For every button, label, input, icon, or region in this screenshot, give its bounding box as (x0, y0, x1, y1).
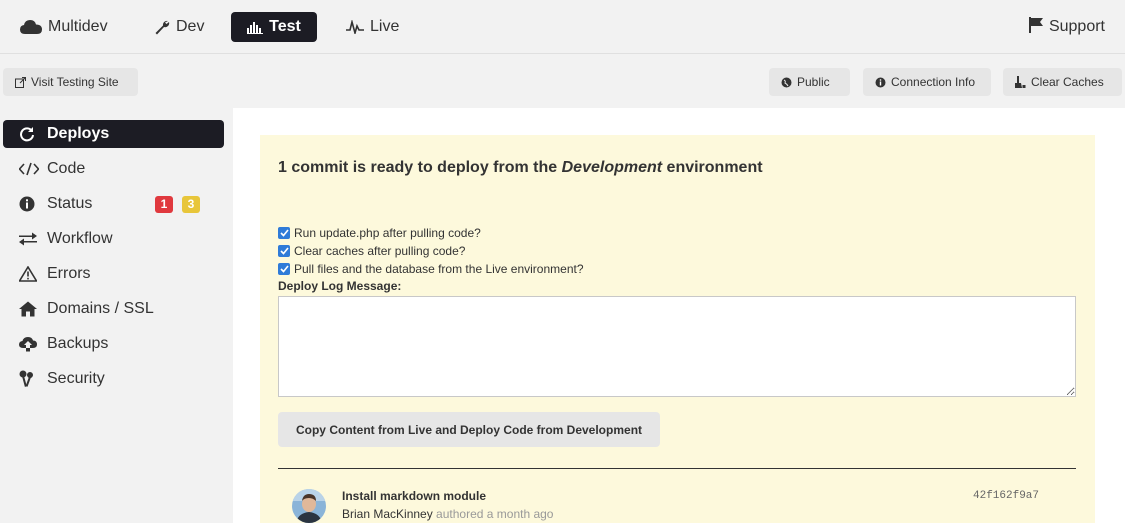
wrench-icon (154, 19, 170, 35)
swap-icon (19, 232, 47, 246)
support-label: Support (1048, 18, 1105, 35)
status-badge-errors: 1 (155, 195, 173, 213)
cloud-upload-icon (19, 336, 47, 352)
sidebar-item-workflow[interactable]: Workflow (3, 225, 224, 253)
sidebar-item-security[interactable]: Security (3, 365, 224, 393)
warning-icon (19, 266, 47, 282)
refresh-icon (19, 126, 47, 142)
tab-dev-label: Dev (176, 18, 205, 35)
tab-test[interactable]: Test (231, 12, 317, 42)
commit-hash[interactable]: 42f162f9a7 (973, 490, 1039, 502)
deploy-panel: 1 commit is ready to deploy from the Dev… (260, 135, 1095, 523)
deploy-log-input[interactable] (278, 296, 1076, 397)
deploy-title-prefix: 1 commit is ready to deploy from the (278, 159, 562, 176)
status-badge-warnings: 3 (182, 195, 200, 213)
sidebar-item-domains-ssl[interactable]: Domains / SSL (3, 295, 224, 323)
tab-multidev-label: Multidev (48, 18, 108, 35)
sidebar-item-backups[interactable]: Backups (3, 330, 224, 358)
broom-icon (1015, 76, 1026, 88)
info-icon (19, 196, 47, 212)
sidebar-item-label: Code (47, 160, 86, 177)
sidebar-item-label: Status (47, 195, 93, 212)
divider (278, 468, 1076, 469)
support-link[interactable]: Support (1028, 12, 1105, 42)
deploy-button[interactable]: Copy Content from Live and Deploy Code f… (278, 412, 660, 447)
option-label: Pull files and the database from the Liv… (294, 262, 584, 276)
visit-testing-site-label: Visit Testing Site (31, 75, 119, 89)
clear-caches-label: Clear Caches (1031, 75, 1104, 89)
commit-time: authored a month ago (432, 507, 554, 521)
deploy-title-suffix: environment (662, 159, 763, 176)
code-icon (19, 162, 47, 176)
sidebar-item-code[interactable]: Code (3, 155, 224, 183)
checkbox-checked[interactable] (278, 245, 290, 257)
main-content: 1 commit is ready to deploy from the Dev… (233, 108, 1125, 523)
checkbox-checked[interactable] (278, 227, 290, 239)
sidebar-item-label: Backups (47, 335, 109, 352)
deploy-title: 1 commit is ready to deploy from the Dev… (278, 159, 763, 177)
public-button[interactable]: Public (769, 68, 850, 96)
sidebar-item-errors[interactable]: Errors (3, 260, 224, 288)
commit-message[interactable]: Install markdown module (342, 489, 486, 503)
signal-bars-icon (247, 20, 264, 34)
tab-live-label: Live (370, 18, 400, 35)
option-label: Run update.php after pulling code? (294, 226, 481, 240)
globe-icon (781, 77, 792, 88)
sidebar-item-status[interactable]: Status 1 3 (3, 190, 224, 218)
tab-dev[interactable]: Dev (142, 12, 216, 42)
environment-nav: Multidev Dev Test Live Support (0, 0, 1125, 54)
sidebar-item-label: Errors (47, 265, 91, 282)
option-run-update[interactable]: Run update.php after pulling code? (278, 224, 481, 242)
tab-live[interactable]: Live (334, 12, 411, 42)
pulse-icon (346, 20, 364, 34)
deploy-log-label: Deploy Log Message: (278, 279, 402, 293)
flag-icon (1028, 16, 1043, 38)
external-link-icon (15, 76, 26, 88)
tab-test-label: Test (269, 18, 301, 35)
tab-multidev[interactable]: Multidev (8, 12, 120, 42)
visit-testing-site-button[interactable]: Visit Testing Site (3, 68, 138, 96)
option-clear-caches[interactable]: Clear caches after pulling code? (278, 242, 465, 260)
option-pull-files[interactable]: Pull files and the database from the Liv… (278, 260, 584, 278)
deploy-title-env: Development (561, 159, 663, 176)
connection-info-label: Connection Info (891, 75, 976, 89)
checkbox-checked[interactable] (278, 263, 290, 275)
sidebar-item-label: Domains / SSL (47, 300, 154, 317)
sidebar-item-label: Security (47, 370, 105, 387)
public-label: Public (797, 75, 830, 89)
commit-author: Brian MacKinney (342, 507, 433, 521)
sidebar-item-deploys[interactable]: Deploys (3, 120, 224, 148)
commit-meta: Brian MacKinney authored a month ago (342, 507, 553, 521)
keys-icon (19, 370, 47, 388)
home-icon (19, 301, 47, 317)
cloud-icon (20, 19, 42, 35)
option-label: Clear caches after pulling code? (294, 244, 466, 258)
clear-caches-button[interactable]: Clear Caches (1003, 68, 1122, 96)
sidebar-item-label: Workflow (47, 230, 113, 247)
connection-info-button[interactable]: Connection Info (863, 68, 991, 96)
avatar (292, 489, 326, 523)
info-icon (875, 77, 886, 88)
sidebar-item-label: Deploys (47, 125, 110, 142)
